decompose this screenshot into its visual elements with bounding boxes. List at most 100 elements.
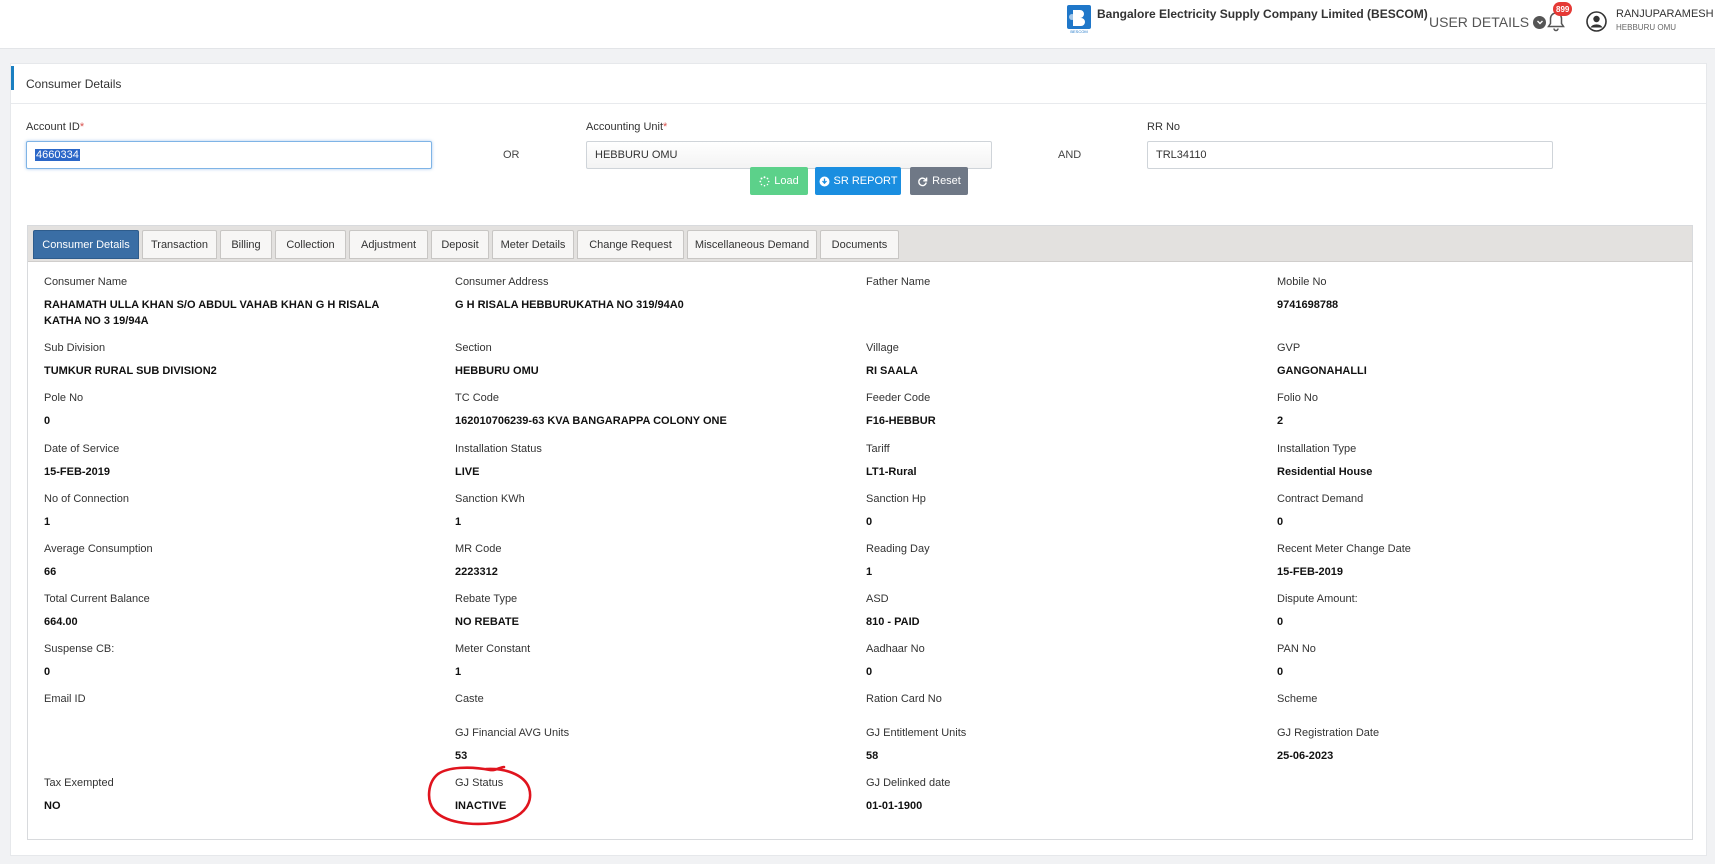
user-details-menu[interactable]: USER DETAILS (1429, 14, 1547, 30)
ration-card-no-label: Ration Card No (866, 693, 942, 705)
tab-consumer-details[interactable]: Consumer Details (33, 230, 139, 259)
tab-miscellaneous-demand[interactable]: Miscellaneous Demand (687, 230, 817, 259)
card-title: Consumer Details (26, 77, 122, 91)
sub-division-label: Sub Division (44, 342, 106, 354)
suspense-cb-label: Suspense CB: (44, 643, 115, 655)
average-consumption-value: 66 (44, 566, 57, 578)
tariff-label: Tariff (866, 443, 890, 455)
tab-deposit[interactable]: Deposit (431, 230, 489, 259)
installation-status-label: Installation Status (455, 443, 542, 455)
pole-no-value: 0 (44, 415, 51, 427)
rebate-type-label: Rebate Type (455, 593, 518, 605)
no-of-connection-label: No of Connection (44, 493, 129, 505)
section-label: Section (455, 342, 492, 354)
mobile-no-label: Mobile No (1277, 276, 1327, 288)
asd-label: ASD (866, 593, 889, 605)
recent-meter-change-date-value: 15-FEB-2019 (1277, 566, 1344, 578)
tc-code-label: TC Code (455, 392, 500, 404)
gj-delinked-date-label: GJ Delinked date (866, 777, 951, 789)
consumer-name-value: RAHAMATH ULLA KHAN S/O ABDUL VAHAB KHAN … (44, 299, 379, 327)
gj-financial-avg-units-value: 53 (455, 750, 468, 762)
accounting-unit-value: HEBBURU OMU (595, 149, 678, 161)
feeder-code-label: Feeder Code (866, 392, 931, 404)
no-of-connection-value: 1 (44, 516, 51, 528)
aadhaar-no-value: 0 (866, 666, 873, 678)
aadhaar-no-label: Aadhaar No (866, 643, 925, 655)
suspense-cb-value: 0 (44, 666, 51, 678)
folio-no-label: Folio No (1277, 392, 1318, 404)
load-button[interactable]: Load (750, 167, 808, 195)
dispute-amount-label: Dispute Amount: (1277, 593, 1358, 605)
tab-documents[interactable]: Documents (820, 230, 899, 259)
reading-day-label: Reading Day (866, 543, 930, 555)
reading-day-value: 1 (866, 566, 873, 578)
sanction-hp-label: Sanction Hp (866, 493, 926, 505)
tab-change-request[interactable]: Change Request (577, 230, 684, 259)
date-of-service-value: 15-FEB-2019 (44, 466, 111, 478)
download-circle-icon (819, 176, 829, 186)
spinner-icon (759, 175, 770, 186)
sr-report-button[interactable]: SR REPORT (815, 167, 901, 195)
asd-value: 810 - PAID (866, 616, 920, 628)
total-current-balance-value: 664.00 (44, 616, 78, 628)
tab-collection[interactable]: Collection (275, 230, 346, 259)
tab-adjustment[interactable]: Adjustment (349, 230, 428, 259)
date-of-service-label: Date of Service (44, 443, 120, 455)
rr-no-value: TRL34110 (1156, 149, 1207, 161)
scheme-label: Scheme (1277, 693, 1318, 705)
gj-registration-date-label: GJ Registration Date (1277, 727, 1380, 739)
bescom-logo: BESCOM (1067, 5, 1091, 34)
tax-exempted-value: NO (44, 800, 61, 812)
tab-billing[interactable]: Billing (220, 230, 272, 259)
logo-caption: BESCOM (1070, 29, 1087, 34)
accounting-unit-select[interactable]: HEBBURU OMU (586, 141, 992, 169)
village-label: Village (866, 342, 899, 354)
user-avatar-icon[interactable] (1586, 11, 1607, 32)
top-bar: BESCOM Bangalore Electricity Supply Comp… (0, 0, 1715, 49)
average-consumption-label: Average Consumption (44, 543, 153, 555)
contract-demand-value: 0 (1277, 516, 1284, 528)
tc-code-value: 162010706239-63 KVA BANGARAPPA COLONY ON… (455, 415, 727, 427)
consumer-details-card: Consumer Details Account ID* 4660334 OR … (10, 63, 1707, 856)
gj-delinked-date-value: 01-01-1900 (866, 800, 923, 812)
details-tabs-panel: Consumer Details Transaction Billing Col… (27, 225, 1693, 840)
meter-constant-label: Meter Constant (455, 643, 531, 655)
account-id-input[interactable]: 4660334 (26, 141, 432, 169)
dispute-amount-value: 0 (1277, 616, 1284, 628)
gj-entitlement-units-label: GJ Entitlement Units (866, 727, 967, 739)
or-label: OR (503, 149, 520, 161)
notification-count-badge: 899 (1553, 2, 1573, 16)
chevron-down-icon (1533, 15, 1547, 29)
meter-constant-value: 1 (455, 666, 462, 678)
recent-meter-change-date-label: Recent Meter Change Date (1277, 543, 1411, 555)
reset-button[interactable]: Reset (910, 167, 968, 195)
gj-status-value: INACTIVE (455, 800, 507, 812)
father-name-label: Father Name (866, 276, 931, 288)
tab-transaction[interactable]: Transaction (142, 230, 217, 259)
sr-report-button-label: SR REPORT (833, 175, 898, 187)
and-label: AND (1058, 149, 1082, 161)
rebate-type-value: NO REBATE (455, 616, 519, 628)
village-value: RI SAALA (866, 365, 918, 377)
card-divider (11, 103, 1706, 104)
card-accent-bar (11, 66, 14, 90)
tariff-value: LT1-Rural (866, 466, 917, 478)
consumer-address-value: G H RISALA HEBBURUKATHA NO 319/94A0 (455, 299, 684, 311)
sanction-kwh-label: Sanction KWh (455, 493, 525, 505)
mr-code-label: MR Code (455, 543, 502, 555)
email-id-label: Email ID (44, 693, 86, 705)
rr-no-input[interactable]: TRL34110 (1147, 141, 1553, 169)
folio-no-value: 2 (1277, 415, 1284, 427)
rr-no-label: RR No (1147, 121, 1181, 133)
refresh-icon (918, 176, 928, 186)
section-value: HEBBURU OMU (455, 365, 539, 377)
reset-button-label: Reset (932, 175, 961, 187)
user-unit: HEBBURU OMU (1616, 23, 1677, 32)
tab-meter-details[interactable]: Meter Details (492, 230, 574, 259)
user-details-label: USER DETAILS (1429, 14, 1530, 30)
gj-registration-date-value: 25-06-2023 (1277, 750, 1334, 762)
sanction-hp-value: 0 (866, 516, 873, 528)
gj-entitlement-units-value: 58 (866, 750, 879, 762)
account-id-label: Account ID* (26, 121, 85, 133)
gj-financial-avg-units-label: GJ Financial AVG Units (455, 727, 570, 739)
